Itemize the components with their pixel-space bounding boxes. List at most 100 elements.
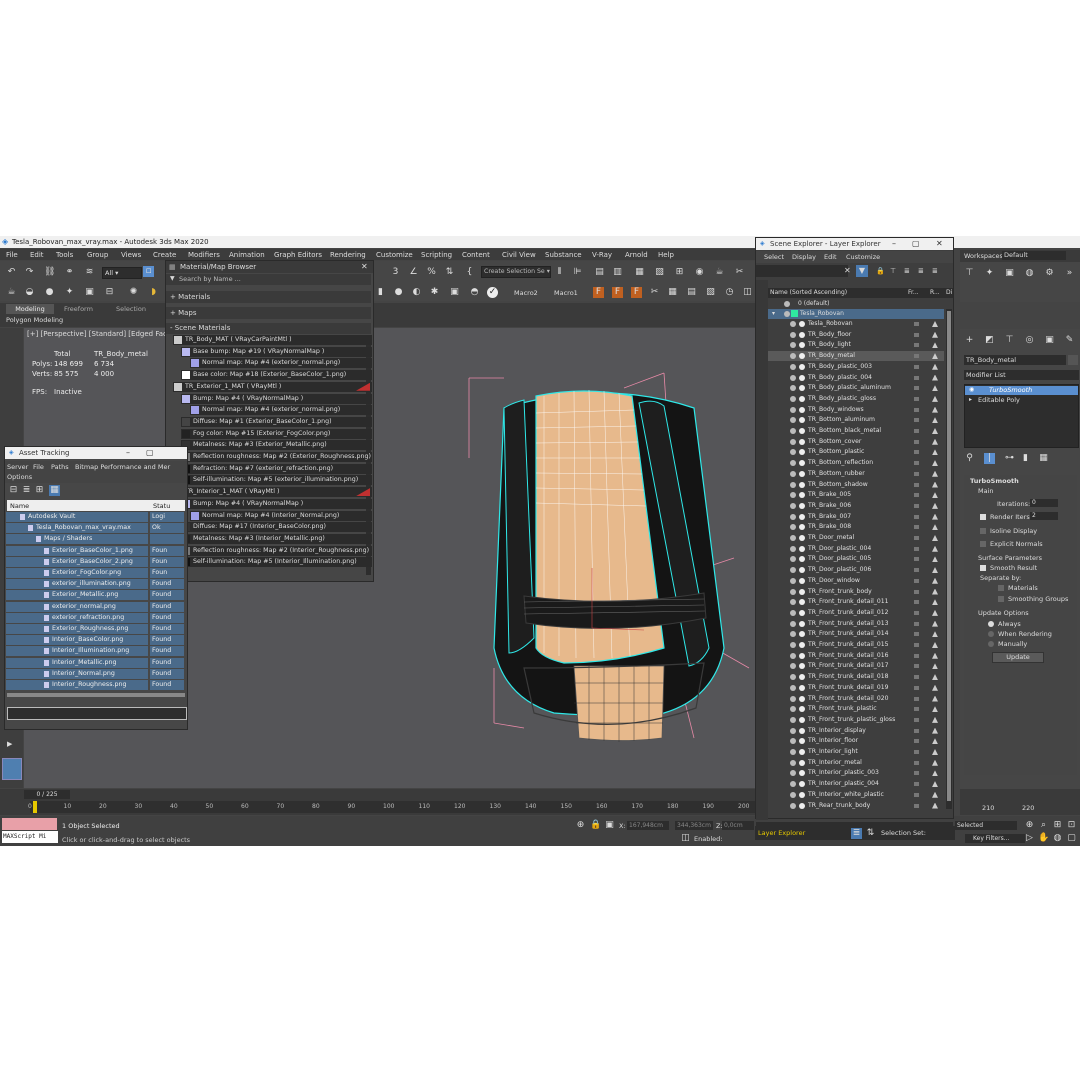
teapot-icon[interactable]: ☕	[6, 287, 17, 298]
freeze-icon[interactable]	[914, 375, 919, 380]
eye-icon[interactable]	[790, 556, 796, 563]
renderable-teapot-icon[interactable]	[932, 609, 938, 616]
clear-search-icon[interactable]: ✕	[844, 266, 851, 275]
absolute-mode-icon[interactable]: ▣	[604, 820, 615, 831]
layers-toggle-icon[interactable]: ≣	[904, 267, 910, 275]
eye-icon[interactable]	[790, 524, 796, 531]
freeze-icon[interactable]	[914, 418, 919, 423]
menu-help[interactable]: Help	[658, 251, 674, 259]
eye-icon[interactable]	[790, 684, 796, 691]
transform-mode-icon[interactable]: ⊕	[575, 820, 586, 831]
scene-object-row[interactable]: TR_Brake_006	[768, 501, 944, 511]
scene-object-row[interactable]: TR_Rear_trunk_body	[768, 801, 944, 811]
render-iters-spinner[interactable]: 2	[1030, 512, 1058, 520]
zoom-icon[interactable]: ⌕	[1038, 820, 1049, 831]
scene-object-row[interactable]: TR_Bottom_plastic	[768, 447, 944, 457]
lock-icon[interactable]: 🔒	[590, 820, 601, 831]
ribbon-icon[interactable]: ▦	[634, 267, 645, 278]
renderable-teapot-icon[interactable]	[932, 374, 938, 381]
layer-default-row[interactable]: 0 (default)	[768, 299, 944, 309]
render-iters-checkbox[interactable]	[980, 514, 986, 520]
eye-icon[interactable]	[790, 663, 796, 670]
asset-row[interactable]: exterior_refraction.png	[6, 612, 148, 623]
freeze-icon[interactable]	[914, 471, 919, 476]
eye-icon[interactable]: ◉	[969, 386, 974, 393]
eye-icon[interactable]	[790, 781, 796, 788]
asset-row[interactable]: Interior_Normal.png	[6, 668, 148, 679]
menu-content[interactable]: Content	[462, 251, 490, 259]
pan-icon[interactable]: ✋	[1038, 833, 1049, 844]
freeze-icon[interactable]	[914, 322, 919, 326]
scene-object-row[interactable]: TR_Interior_floor	[768, 736, 944, 746]
scene-object-row[interactable]: TR_Front_trunk_detail_011	[768, 597, 944, 607]
scene-object-row[interactable]: TR_Front_trunk_detail_014	[768, 629, 944, 639]
material-row[interactable]: TR_Exterior_1_MAT ( VRayMtl )	[173, 381, 372, 392]
scene-object-row[interactable]: TR_Bottom_shadow	[768, 480, 944, 490]
asset-menu-paths[interactable]: Paths	[51, 463, 69, 471]
material-browser-titlebar[interactable]: Material/Map Browser	[166, 261, 373, 273]
renderable-teapot-icon[interactable]	[932, 513, 938, 520]
freeze-icon[interactable]	[914, 546, 919, 551]
freeze-icon[interactable]	[914, 685, 919, 690]
toggle-scene-explorer-icon[interactable]: ▤	[594, 267, 605, 278]
edit-named-selection-icon[interactable]: {	[464, 267, 475, 278]
eye-icon[interactable]	[790, 802, 796, 809]
asset-hscrollbar[interactable]	[7, 693, 185, 697]
scene-object-row[interactable]: TR_Front_trunk_detail_016	[768, 651, 944, 661]
adaptive-degradation-icon[interactable]: ◫	[680, 833, 691, 844]
scene-object-row[interactable]: TR_Bottom_aluminum	[768, 415, 944, 425]
menu-arnold[interactable]: Arnold	[625, 251, 648, 259]
renderable-teapot-icon[interactable]	[932, 577, 938, 584]
macro1-button[interactable]: Macro1	[554, 289, 578, 297]
map-row[interactable]: Normal map: Map #4 (Interior_Normal.png)	[190, 510, 372, 521]
renderable-teapot-icon[interactable]	[932, 781, 938, 788]
vray-toolbar-icon[interactable]: ▮	[375, 287, 386, 298]
freeze-icon[interactable]	[914, 664, 919, 669]
curve-editor-icon[interactable]: ▧	[654, 267, 665, 278]
renderable-teapot-icon[interactable]	[932, 674, 938, 681]
asset-row[interactable]: Interior_Roughness.png	[6, 680, 148, 690]
layers-icon-2[interactable]: ≣	[918, 267, 924, 275]
renderable-teapot-icon[interactable]	[932, 460, 938, 467]
asset-row[interactable]: Exterior_Metallic.png	[6, 590, 148, 601]
freeze-icon[interactable]	[914, 429, 919, 433]
scene-object-row[interactable]: TR_Bottom_rubber	[768, 469, 944, 479]
eye-icon[interactable]	[790, 460, 796, 467]
schematic-view-icon[interactable]: ⊞	[674, 267, 685, 278]
asset-row[interactable]: Exterior_Roughness.png	[6, 624, 148, 634]
globe-icon[interactable]: ◍	[1024, 268, 1035, 279]
scene-object-row[interactable]: TR_Bottom_cover	[768, 437, 944, 447]
light-icon[interactable]: ✦	[64, 287, 75, 298]
eye-icon[interactable]	[790, 470, 796, 477]
eye-icon[interactable]	[790, 385, 796, 392]
renderable-teapot-icon[interactable]	[932, 524, 938, 531]
close-icon[interactable]: ✕	[361, 262, 368, 271]
fr-render-icon[interactable]: F	[612, 287, 623, 298]
scene-object-row[interactable]: TR_Door_plastic_004	[768, 544, 944, 554]
modify-tab-icon[interactable]: ◩	[984, 335, 995, 346]
minimize-icon[interactable]: –	[126, 448, 130, 457]
eye-icon[interactable]	[790, 577, 796, 584]
freeze-icon[interactable]	[914, 675, 919, 680]
asset-menu-server[interactable]: Server	[7, 463, 28, 471]
explicit-normals-checkbox[interactable]	[980, 541, 986, 547]
viewport-label[interactable]: [+] [Perspective] [Standard] [Edged Face…	[27, 330, 178, 338]
eye-icon[interactable]	[790, 428, 796, 434]
scene-object-row[interactable]: TR_Front_trunk_detail_018	[768, 672, 944, 682]
map-row[interactable]: Bump: Map #4 ( VRayNormalMap )	[181, 498, 372, 509]
fr-setup-icon[interactable]: F	[631, 287, 642, 298]
freeze-icon[interactable]	[914, 803, 919, 808]
render-setup-icon[interactable]: ☕	[714, 267, 725, 278]
eye-icon[interactable]	[790, 395, 796, 402]
map-row[interactable]: Metalness: Map #3 (Exterior_Metallic.png…	[181, 440, 372, 451]
spinner-snap-icon[interactable]: ⇅	[444, 267, 455, 278]
maximize-viewport-icon[interactable]: ▢	[1066, 833, 1077, 844]
renderable-teapot-icon[interactable]	[932, 770, 938, 777]
macro2-button[interactable]: Macro2	[514, 289, 538, 297]
vray-light-icon[interactable]: ✺	[128, 287, 139, 298]
layers-icon-3[interactable]: ≣	[932, 267, 938, 275]
freeze-icon[interactable]	[914, 364, 919, 369]
map-row[interactable]: Diffuse: Map #17 (Interior_BaseColor.png…	[181, 522, 372, 533]
panel-icon[interactable]: ▤	[686, 287, 697, 298]
renderable-teapot-icon[interactable]	[932, 631, 938, 638]
